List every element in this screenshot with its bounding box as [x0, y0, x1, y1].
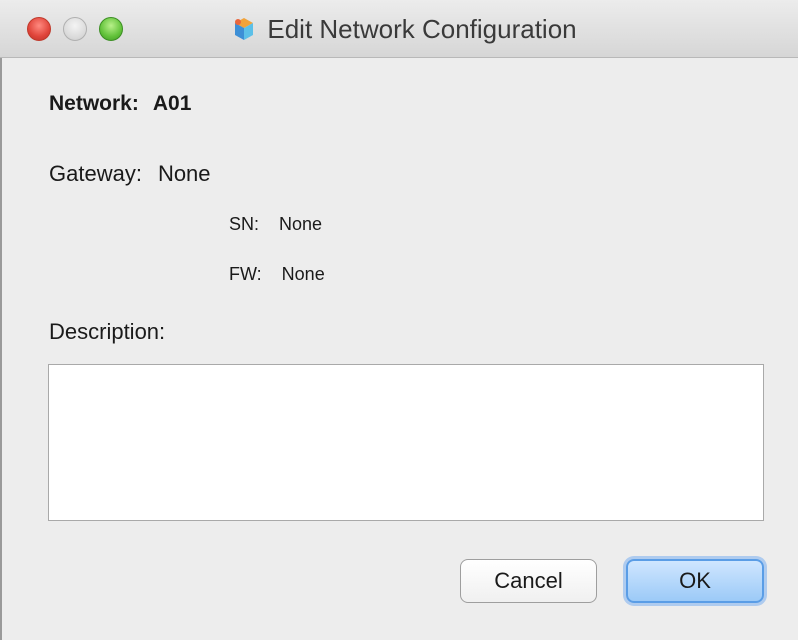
gateway-label: Gateway:	[49, 161, 142, 186]
fw-value: None	[281, 264, 325, 284]
window-edge	[0, 0, 2, 640]
network-value: A01	[152, 92, 192, 115]
sn-value: None	[279, 214, 323, 234]
window-title-group: Edit Network Configuration	[0, 0, 798, 58]
ok-button[interactable]: OK	[626, 559, 764, 603]
cancel-button[interactable]: Cancel	[460, 559, 597, 603]
window-title: Edit Network Configuration	[267, 13, 577, 44]
network-label: Network:	[49, 92, 139, 115]
fw-label: FW:	[229, 264, 262, 284]
fw-row: FW: None	[229, 264, 325, 285]
sn-row: SN: None	[229, 214, 322, 235]
title-bar[interactable]: Edit Network Configuration	[0, 0, 798, 58]
edit-network-dialog: Edit Network Configuration Network: A01 G…	[0, 0, 798, 640]
description-label: Description:	[49, 319, 166, 344]
network-row: Network: A01	[49, 92, 191, 116]
description-textarea[interactable]	[48, 364, 764, 521]
sn-label: SN:	[229, 214, 260, 234]
network-configuration-app-icon	[235, 18, 254, 40]
gateway-value: None	[157, 161, 211, 186]
gateway-row: Gateway: None	[49, 161, 211, 187]
